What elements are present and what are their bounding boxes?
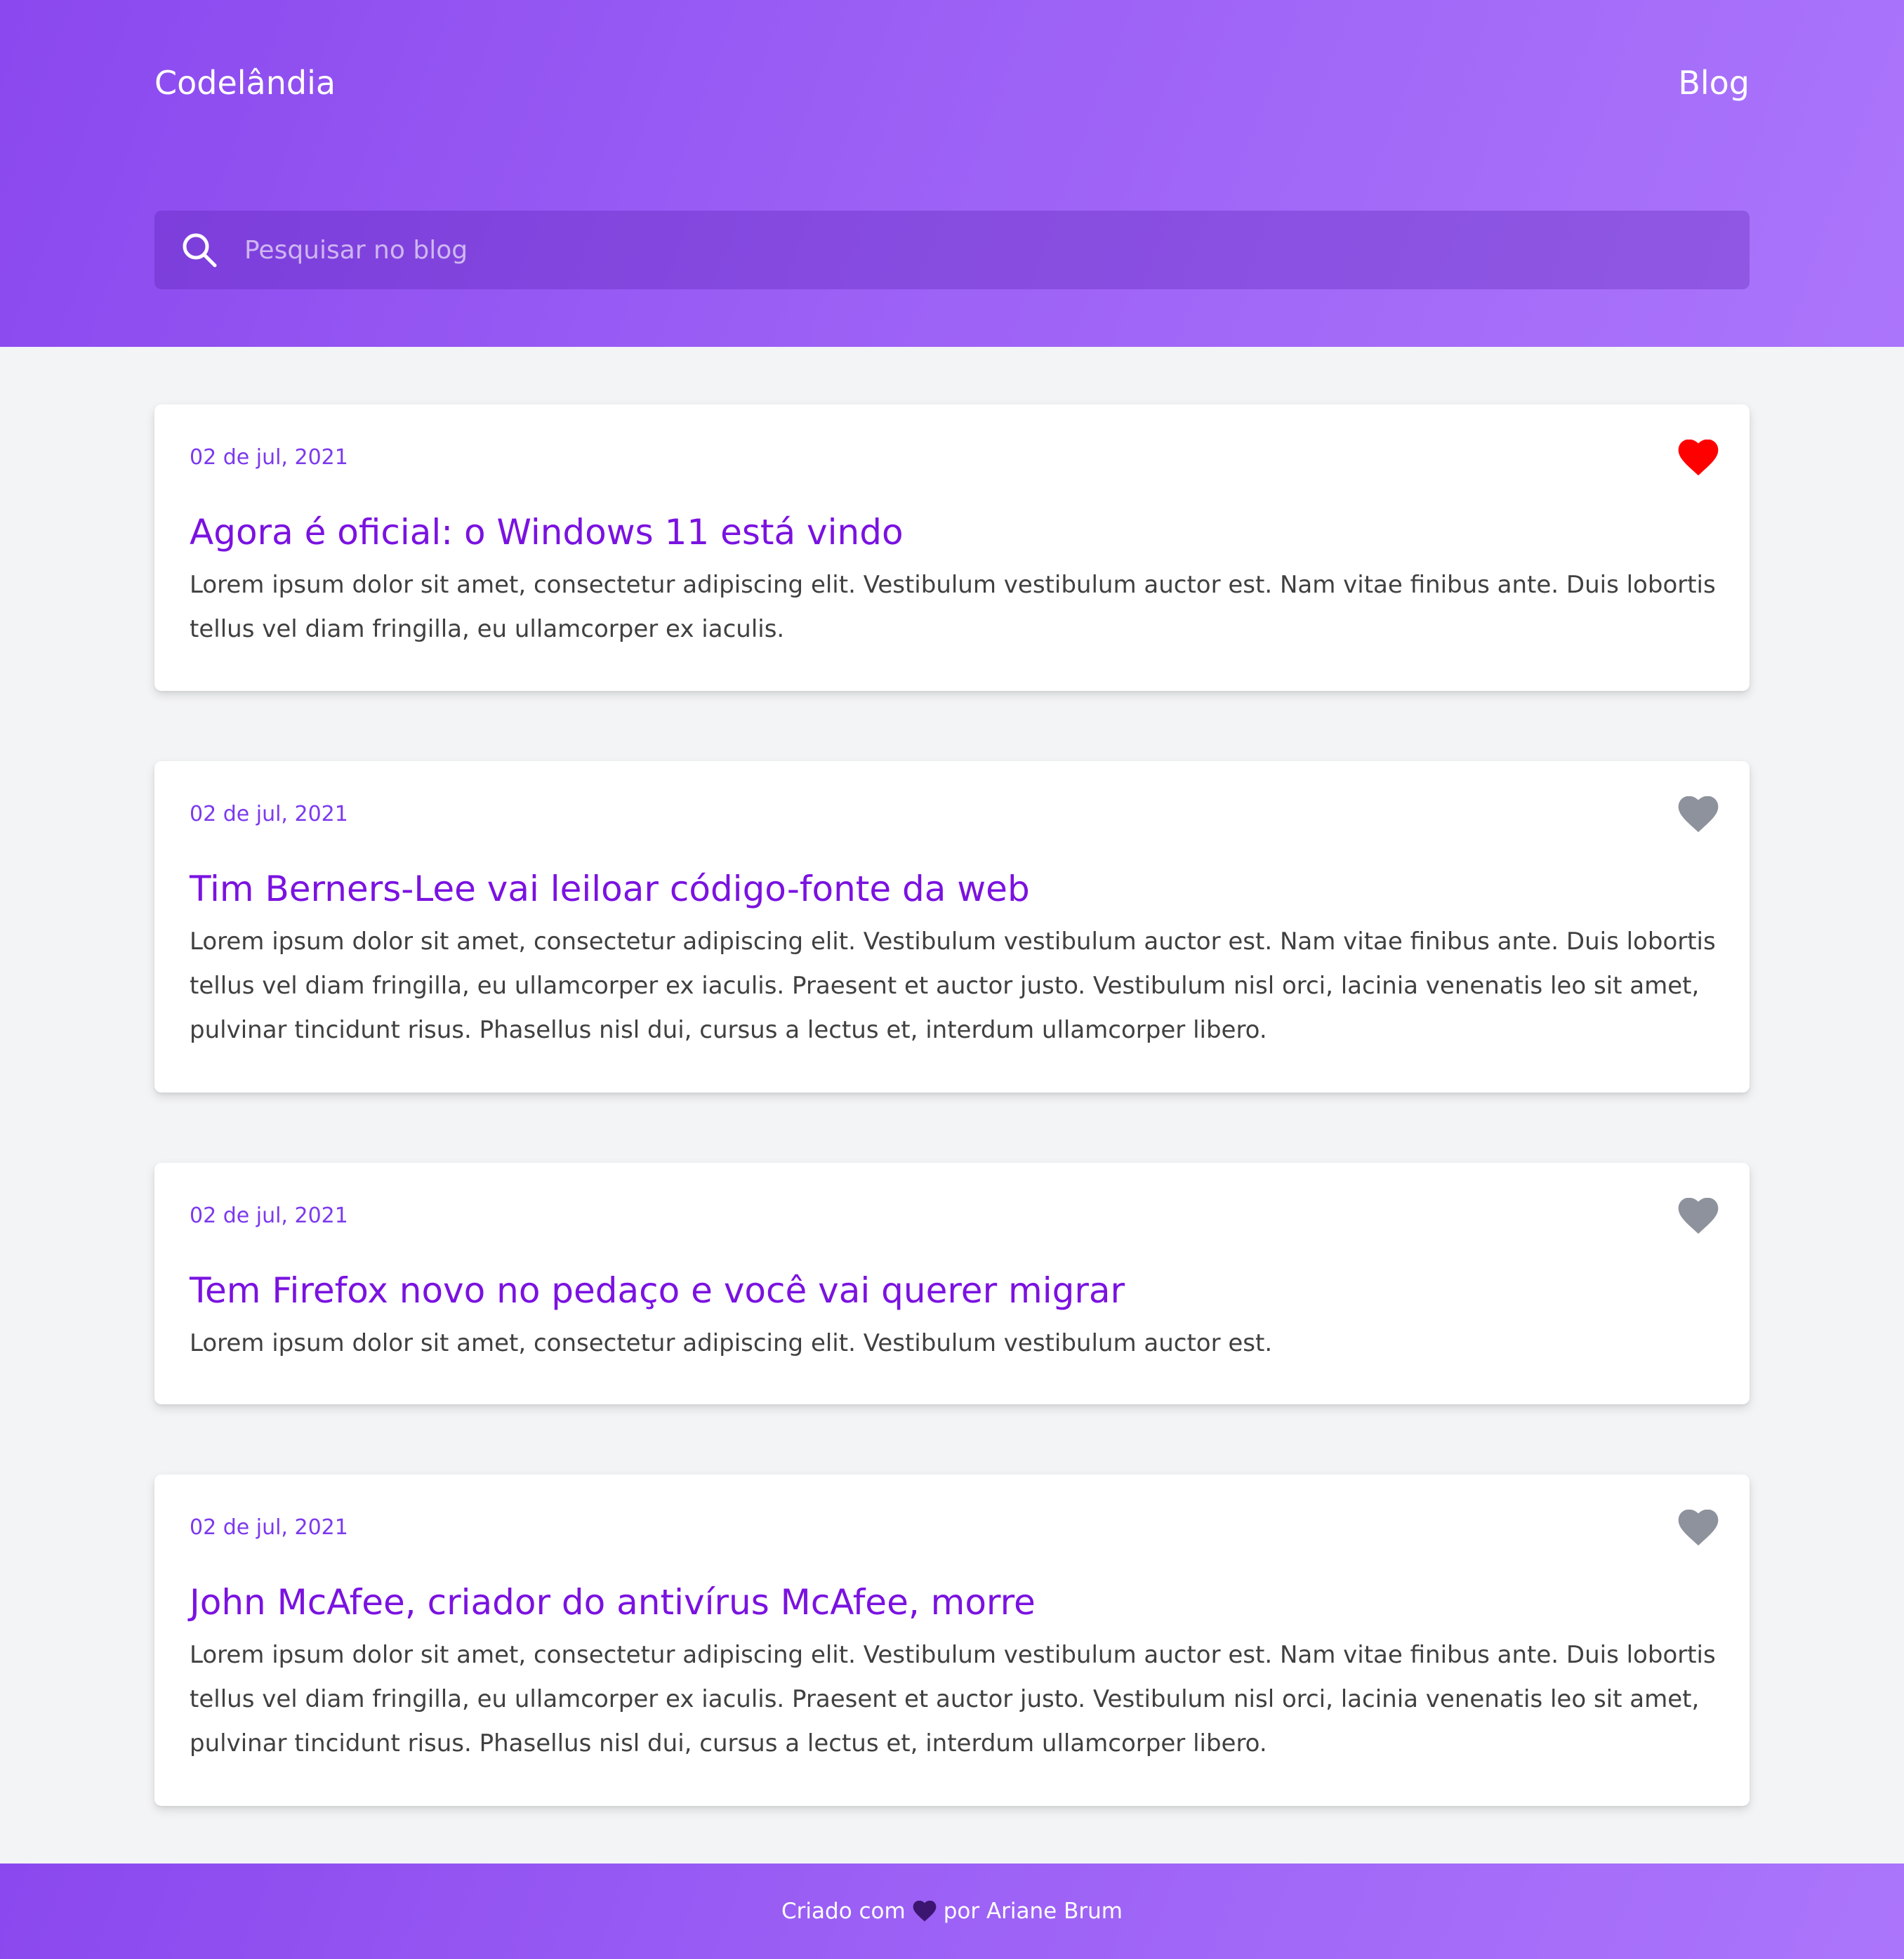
like-button[interactable] [1678,1198,1719,1234]
brand-logo[interactable]: Codelândia [154,62,336,104]
post-card[interactable]: 02 de jul, 2021 Tem Firefox novo no peda… [154,1163,1750,1404]
search-input[interactable] [244,211,1719,289]
heart-icon [1678,1510,1719,1546]
post-excerpt: Lorem ipsum dolor sit amet, consectetur … [190,1329,1273,1357]
post-card[interactable]: 02 de jul, 2021 John McAfee, criador do … [154,1475,1750,1806]
post-date: 02 de jul, 2021 [190,1515,348,1540]
post-excerpt: Lorem ipsum dolor sit amet, consectetur … [190,571,1716,643]
search-bar[interactable] [154,211,1750,289]
post-date: 02 de jul, 2021 [190,445,348,470]
heart-icon [1678,1198,1719,1234]
footer-prefix: Criado com [781,1899,906,1924]
footer-author: por Ariane Brum [943,1899,1123,1924]
post-card[interactable]: 02 de jul, 2021 Tim Berners-Lee vai leil… [154,761,1750,1093]
heart-icon [1678,440,1719,476]
post-excerpt: Lorem ipsum dolor sit amet, consectetur … [190,1641,1716,1757]
post-date: 02 de jul, 2021 [190,1203,348,1228]
nav-link-blog[interactable]: Blog [1678,62,1750,104]
heart-icon [1678,796,1719,833]
post-title[interactable]: John McAfee, criador do antivírus McAfee… [190,1580,1036,1625]
post-date: 02 de jul, 2021 [190,802,348,826]
like-button[interactable] [1678,440,1719,476]
post-card[interactable]: 02 de jul, 2021 Agora é oficial: o Windo… [154,404,1750,691]
post-title[interactable]: Agora é oficial: o Windows 11 está vindo [190,510,904,555]
post-excerpt: Lorem ipsum dolor sit amet, consectetur … [190,928,1716,1044]
site-footer: Criado com por Ariane Brum [0,1864,1904,1959]
like-button[interactable] [1678,1510,1719,1546]
post-title[interactable]: Tem Firefox novo no pedaço e você vai qu… [190,1268,1125,1313]
search-icon [180,230,219,270]
post-title[interactable]: Tim Berners-Lee vai leiloar código-fonte… [190,866,1030,911]
heart-icon [913,1901,937,1922]
like-button[interactable] [1678,796,1719,833]
site-header: Codelândia Blog [0,0,1904,347]
